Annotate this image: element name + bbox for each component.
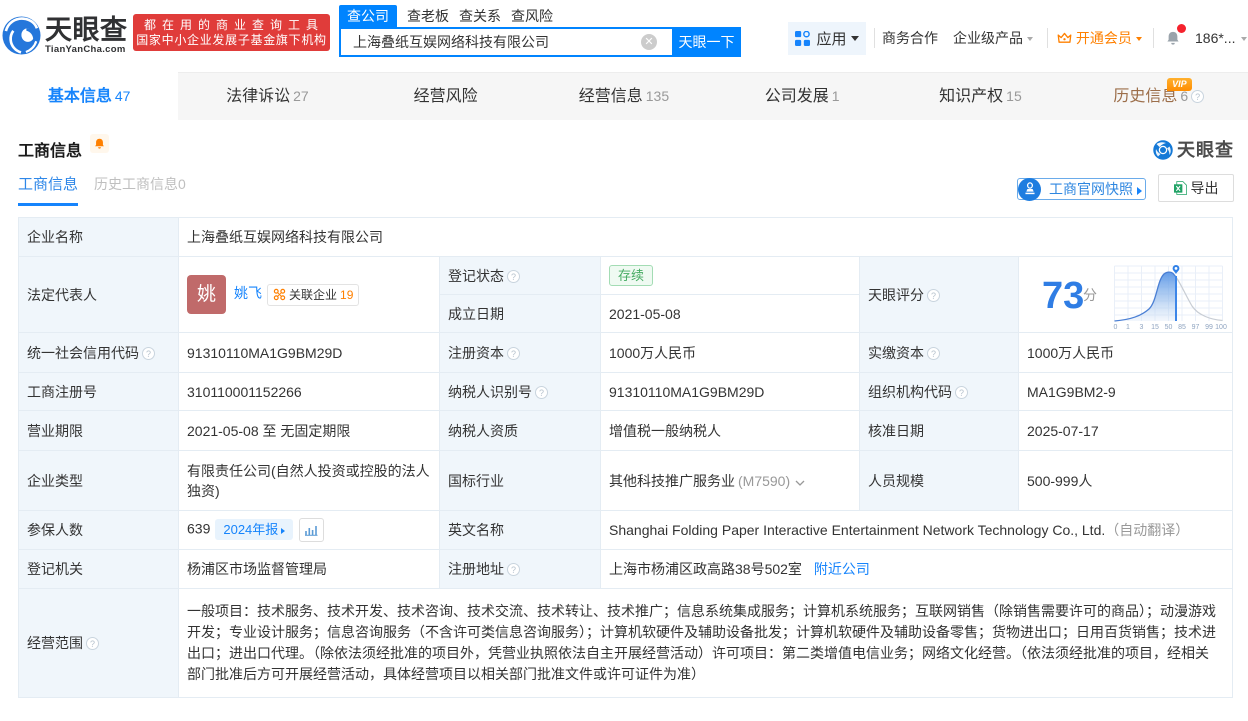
svg-text:1: 1 xyxy=(1126,324,1130,331)
svg-text:15: 15 xyxy=(1151,324,1159,331)
svg-text:97: 97 xyxy=(1192,324,1200,331)
svg-text:50: 50 xyxy=(1165,324,1173,331)
svg-text:85: 85 xyxy=(1178,324,1186,331)
svg-text:100: 100 xyxy=(1215,324,1227,331)
svg-text:99: 99 xyxy=(1205,324,1213,331)
svg-text:0: 0 xyxy=(1114,324,1118,331)
svg-text:3: 3 xyxy=(1140,324,1144,331)
